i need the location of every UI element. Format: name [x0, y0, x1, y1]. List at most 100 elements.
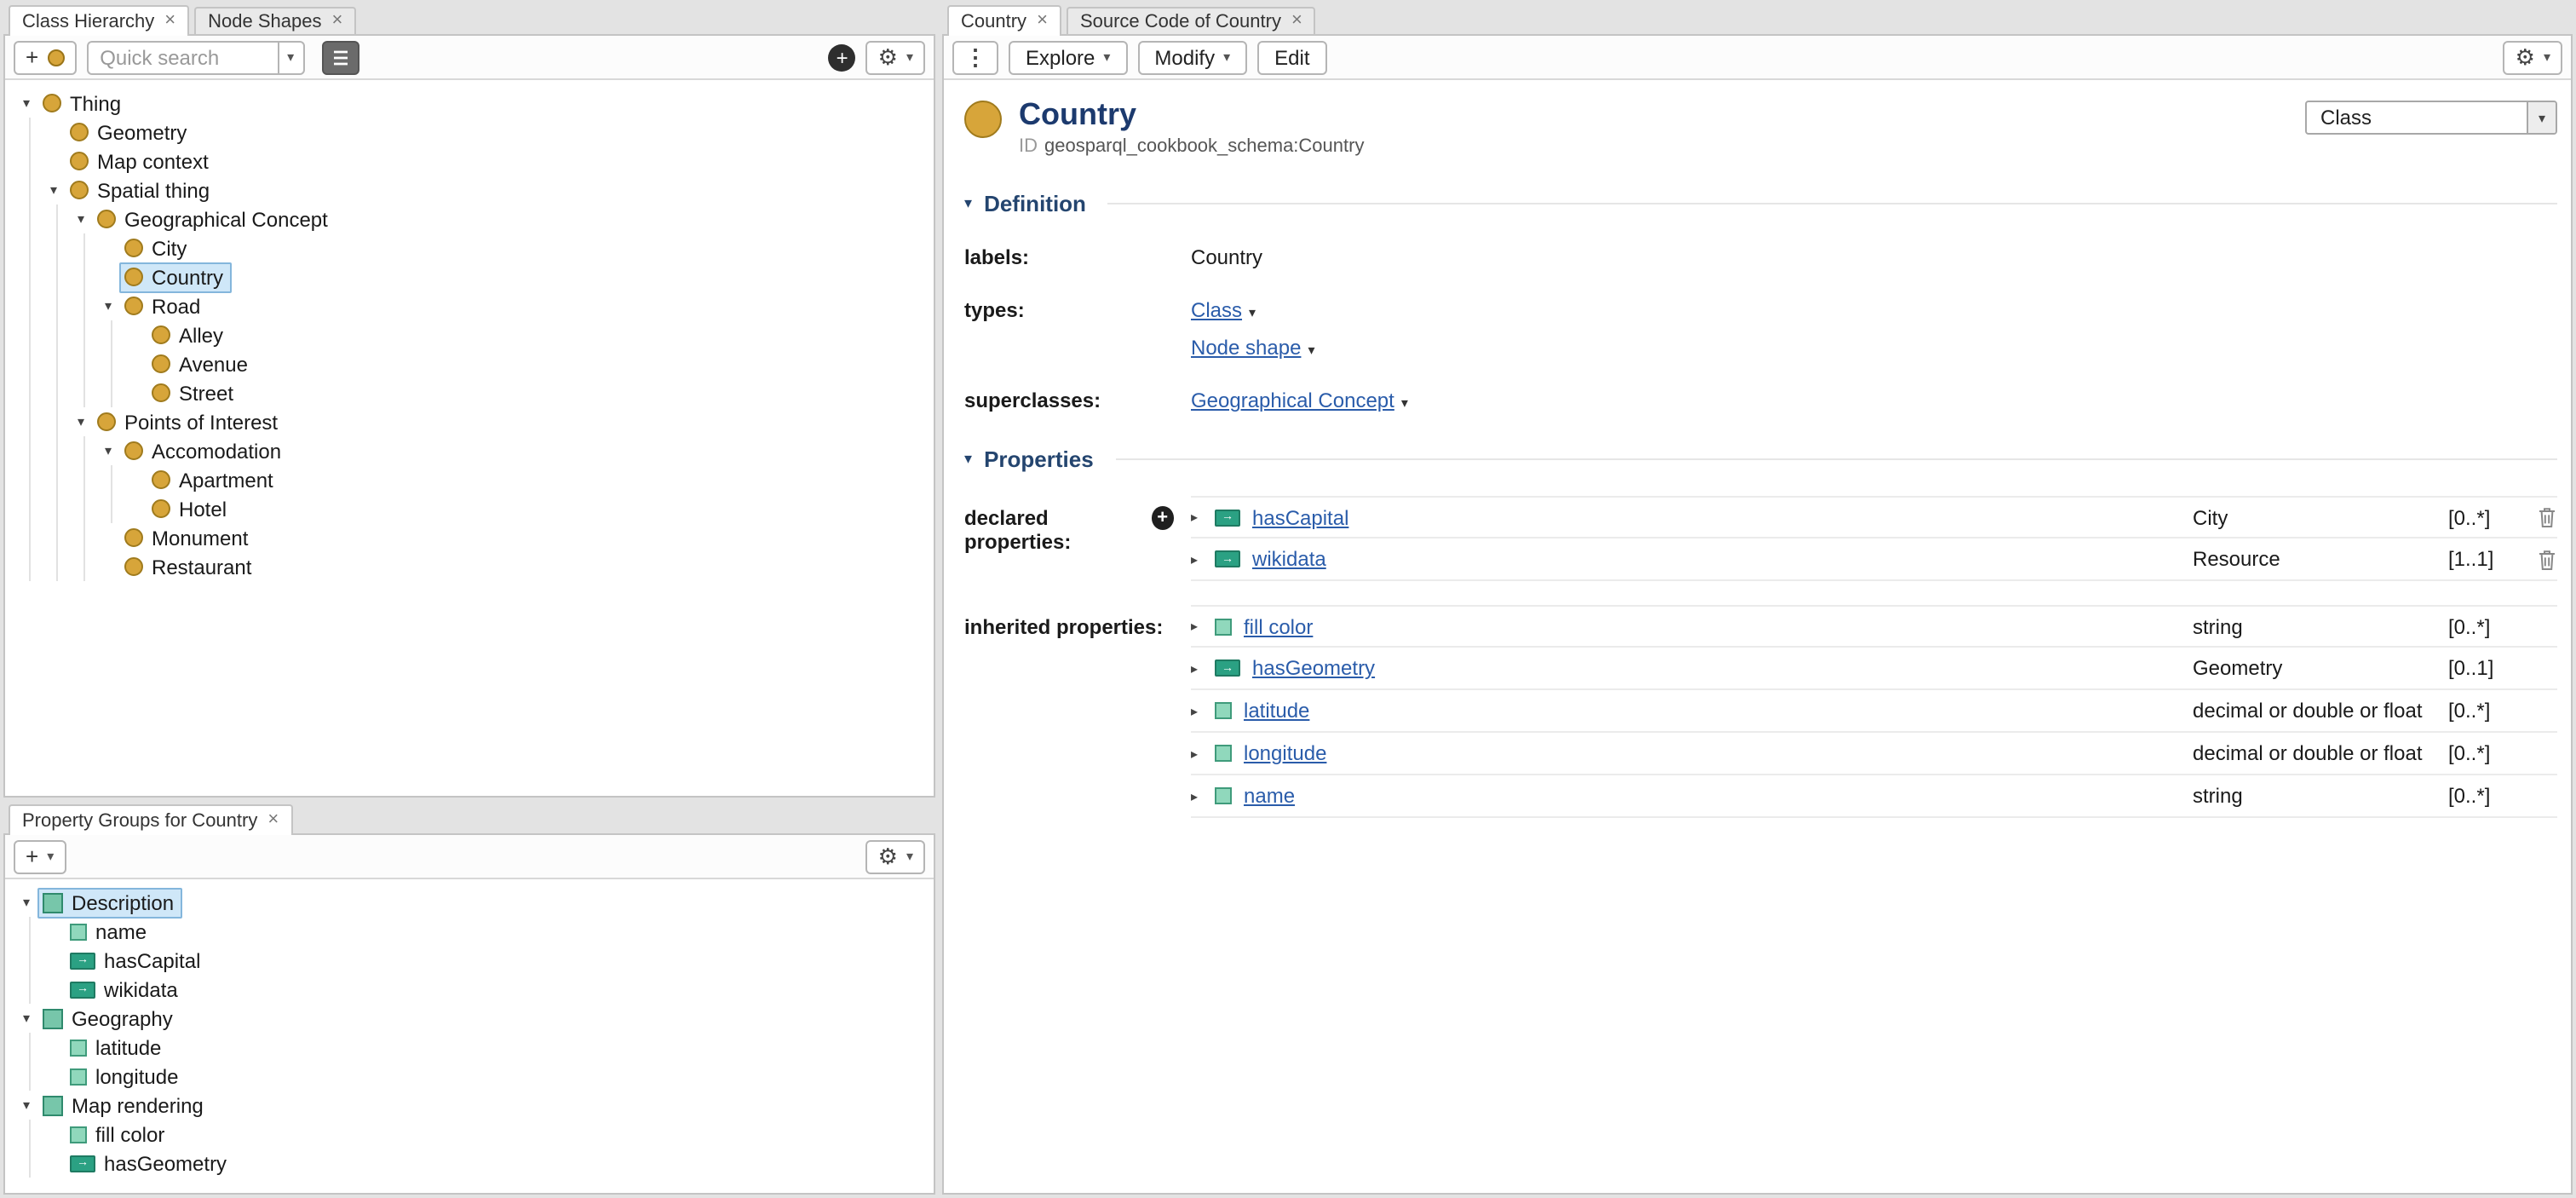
tree-view-toggle-button[interactable]: [321, 40, 359, 74]
tree-item-selected[interactable]: Country: [15, 262, 934, 291]
tree-item[interactable]: City: [15, 233, 934, 262]
superclass-link[interactable]: Geographical Concept: [1191, 389, 1394, 412]
close-icon[interactable]: ×: [1291, 12, 1302, 31]
twisty-icon[interactable]: ▾: [97, 444, 119, 458]
tree-item[interactable]: name: [15, 917, 934, 946]
declared-properties-label: declared properties: +: [964, 496, 1191, 581]
tree-item[interactable]: ▾Thing: [15, 89, 934, 118]
list-view-icon: [330, 47, 350, 67]
expand-icon[interactable]: ▸: [1191, 551, 1215, 567]
class-hierarchy-panel: Class Hierarchy × Node Shapes × + ▾: [3, 3, 935, 798]
add-class-button[interactable]: +: [14, 40, 76, 74]
panel-settings-button[interactable]: ⚙ ▾: [866, 839, 925, 873]
trash-icon[interactable]: [2523, 506, 2557, 528]
tree-item-label: Restaurant: [152, 555, 251, 579]
search-input[interactable]: [86, 40, 277, 74]
twisty-icon[interactable]: ▾: [43, 183, 65, 197]
property-link[interactable]: latitude: [1244, 699, 1309, 723]
twisty-icon[interactable]: ▾: [15, 896, 37, 909]
tree-item[interactable]: →hasCapital: [15, 946, 934, 975]
trash-icon[interactable]: [2523, 548, 2557, 570]
tree-item[interactable]: Street: [15, 378, 934, 407]
property-link[interactable]: hasGeometry: [1252, 656, 1375, 680]
twisty-icon[interactable]: ▾: [15, 1098, 37, 1112]
tree-item[interactable]: Restaurant: [15, 552, 934, 581]
tree-item[interactable]: ▾Geography: [15, 1004, 934, 1033]
expand-icon[interactable]: ▸: [1191, 788, 1215, 803]
panel-settings-button[interactable]: ⚙ ▾: [866, 40, 925, 74]
class-icon: [97, 412, 116, 431]
chevron-down-icon[interactable]: ▾: [1401, 395, 1408, 411]
tree-item[interactable]: Geometry: [15, 118, 934, 147]
tree-item[interactable]: ▾Geographical Concept: [15, 204, 934, 233]
expand-icon[interactable]: ▸: [1191, 619, 1215, 634]
twisty-icon[interactable]: ▾: [70, 415, 92, 429]
property-link[interactable]: longitude: [1244, 741, 1326, 765]
twisty-icon[interactable]: ▾: [15, 1011, 37, 1025]
more-actions-button[interactable]: ⋮: [952, 40, 998, 74]
explore-button[interactable]: Explore ▾: [1009, 40, 1127, 74]
collapse-icon[interactable]: ▾: [964, 196, 972, 211]
twisty-icon[interactable]: ▾: [70, 212, 92, 226]
tree-item[interactable]: →hasGeometry: [15, 1149, 934, 1178]
twisty-icon[interactable]: ▾: [15, 96, 37, 110]
tree-item[interactable]: ▾ Map rendering: [15, 1091, 934, 1120]
expand-icon[interactable]: ▸: [1191, 660, 1215, 676]
tree-item[interactable]: Alley: [15, 320, 934, 349]
property-link[interactable]: fill color: [1244, 614, 1313, 638]
class-icon: [152, 325, 170, 344]
resource-type-select[interactable]: Class ▾: [2305, 101, 2557, 135]
search-options-button[interactable]: ▾: [277, 40, 304, 74]
add-property-group-button[interactable]: + ▾: [14, 839, 66, 873]
add-property-button[interactable]: +: [1151, 506, 1174, 530]
expand-icon[interactable]: ▸: [1191, 746, 1215, 761]
tree-item[interactable]: Avenue: [15, 349, 934, 378]
expand-icon[interactable]: ▸: [1191, 510, 1215, 525]
property-group-icon: [43, 1095, 63, 1115]
tree-item[interactable]: Apartment: [15, 465, 934, 494]
property-link[interactable]: name: [1244, 784, 1295, 808]
close-icon[interactable]: ×: [332, 12, 343, 31]
tree-item[interactable]: latitude: [15, 1033, 934, 1062]
chevron-down-icon[interactable]: ▾: [1308, 343, 1314, 358]
tree-item-label: Map rendering: [72, 1093, 204, 1117]
tree-item[interactable]: ▾Accomodation: [15, 436, 934, 465]
tab-property-groups[interactable]: Property Groups for Country ×: [9, 804, 292, 835]
tree-item[interactable]: →wikidata: [15, 975, 934, 1004]
main-toolbar: ⋮ Explore ▾ Modify ▾ Edit ⚙ ▾: [944, 36, 2571, 80]
tab-class-hierarchy[interactable]: Class Hierarchy ×: [9, 5, 189, 36]
tab-country[interactable]: Country ×: [947, 5, 1061, 36]
tree-item[interactable]: Monument: [15, 523, 934, 552]
property-link[interactable]: hasCapital: [1252, 505, 1348, 529]
tree-item[interactable]: longitude: [15, 1062, 934, 1091]
tree-item[interactable]: ▾Road: [15, 291, 934, 320]
chevron-down-icon[interactable]: ▾: [1249, 305, 1256, 320]
main-tabstrip: Country × Source Code of Country ×: [942, 3, 2573, 34]
twisty-icon[interactable]: ▾: [97, 299, 119, 313]
tab-source-code[interactable]: Source Code of Country ×: [1067, 7, 1316, 34]
edit-button[interactable]: Edit: [1257, 40, 1326, 74]
tree-item[interactable]: Map context: [15, 147, 934, 176]
quick-search: ▾: [86, 40, 304, 74]
type-link[interactable]: Class: [1191, 298, 1242, 322]
tree-item-selected[interactable]: ▾Description: [15, 888, 934, 917]
tree-item-label: latitude: [95, 1035, 161, 1059]
tree-item[interactable]: Hotel: [15, 494, 934, 523]
expand-icon[interactable]: ▸: [1191, 703, 1215, 718]
chevron-down-icon[interactable]: ▾: [2527, 102, 2556, 133]
tree-item[interactable]: ▾Points of Interest: [15, 407, 934, 436]
close-icon[interactable]: ×: [164, 12, 175, 31]
collapse-icon[interactable]: ▾: [964, 452, 972, 467]
circle-plus-button[interactable]: +: [829, 43, 856, 71]
tree-item[interactable]: fill color: [15, 1120, 934, 1149]
close-icon[interactable]: ×: [267, 811, 279, 830]
tab-node-shapes[interactable]: Node Shapes ×: [194, 7, 356, 34]
tree-item[interactable]: ▾Spatial thing: [15, 176, 934, 204]
close-icon[interactable]: ×: [1037, 12, 1048, 31]
type-link[interactable]: Node shape: [1191, 336, 1301, 360]
button-label: Explore: [1026, 45, 1095, 69]
modify-button[interactable]: Modify ▾: [1137, 40, 1247, 74]
panel-settings-button[interactable]: ⚙ ▾: [2504, 40, 2562, 74]
property-link[interactable]: wikidata: [1252, 547, 1326, 571]
field-label: labels:: [964, 245, 1191, 269]
